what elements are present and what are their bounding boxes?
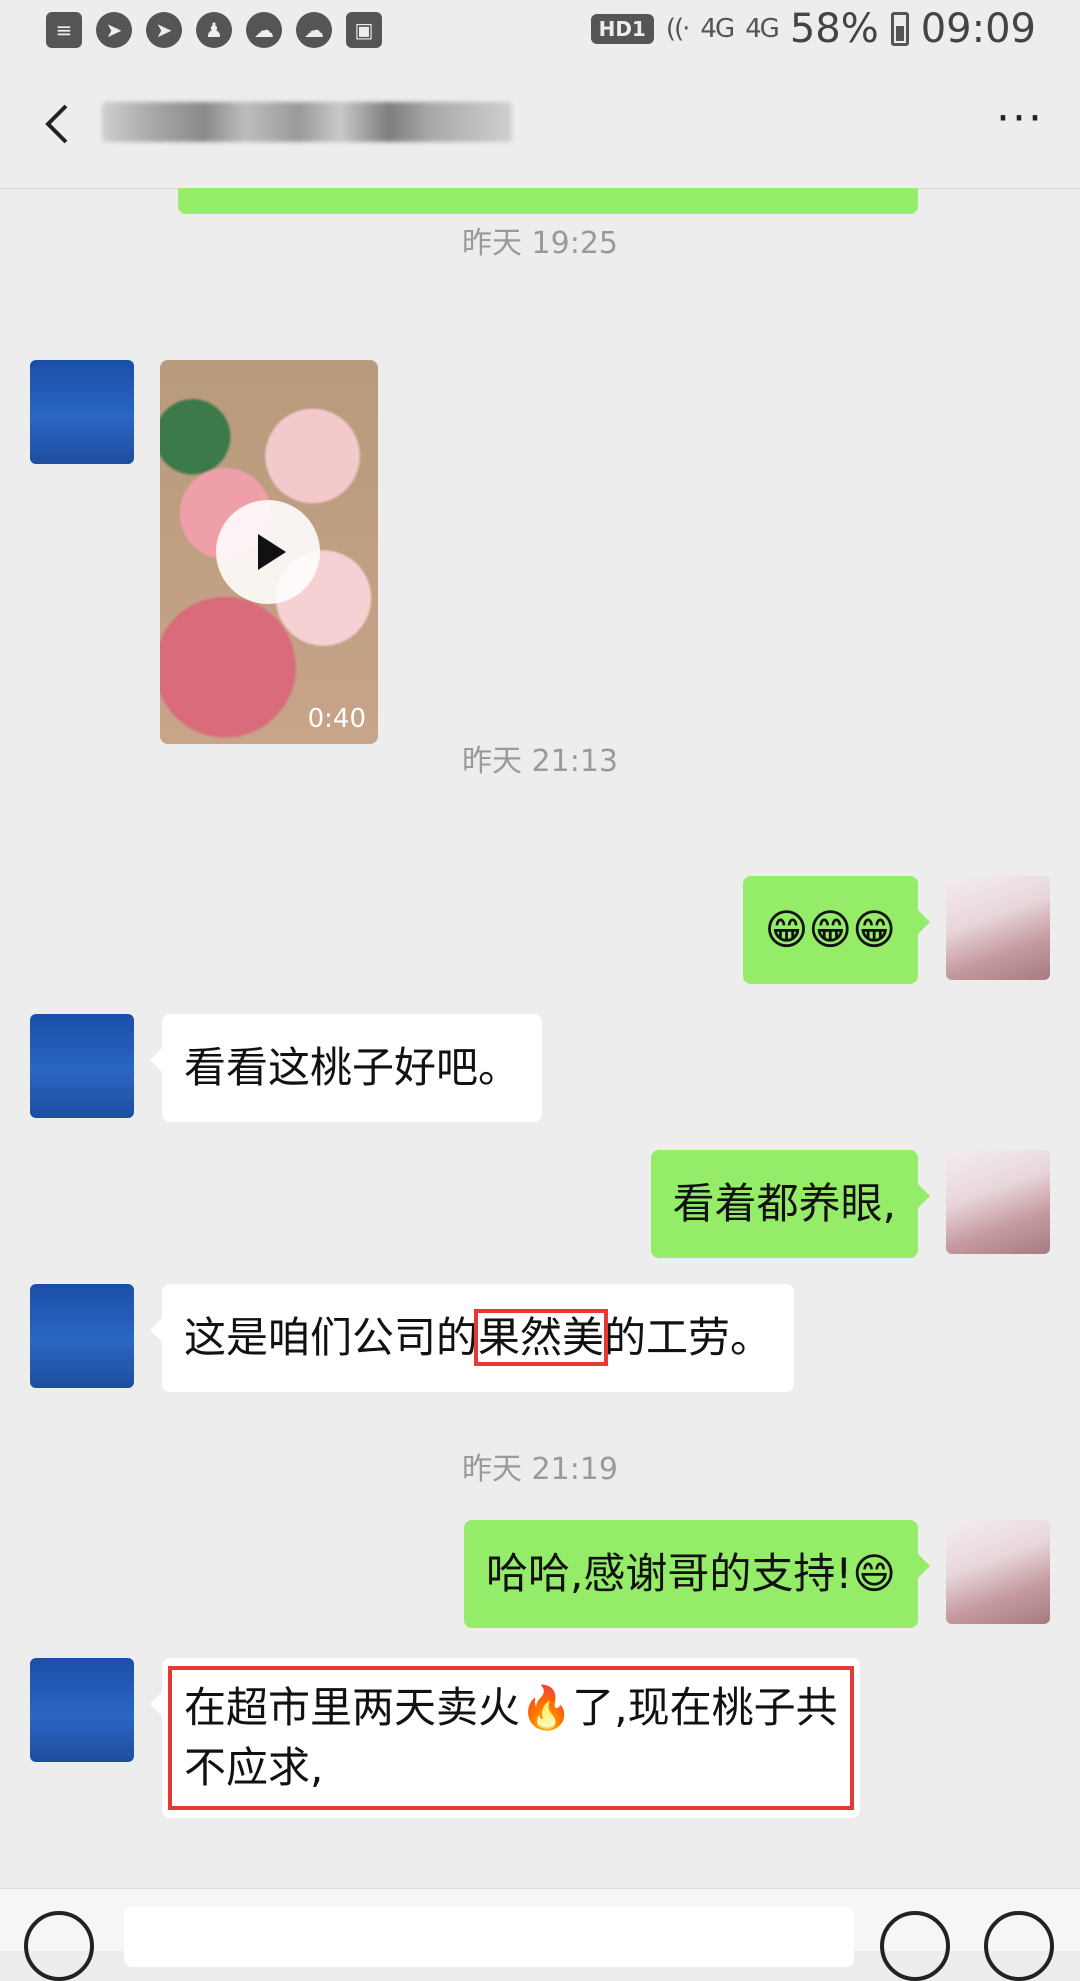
signal-icon-2: 4G (745, 14, 780, 44)
back-arrow-icon[interactable] (30, 94, 90, 154)
plus-icon[interactable] (984, 1911, 1054, 1981)
message-bubble[interactable]: 看看这桃子好吧。 (149, 1014, 543, 1122)
clock: 09:09 (920, 6, 1036, 52)
hd-badge: HD1 (590, 14, 654, 44)
emoji-icon[interactable] (880, 1911, 950, 1981)
notification-icons: ≡ ➤ ➤ ♟ ☁ ☁ ▣ (46, 12, 382, 48)
message-bubble[interactable]: 😁😁😁 (742, 876, 931, 984)
message-text: 的工劳。 (604, 1313, 773, 1362)
wifi-icon: ((· (665, 14, 691, 44)
qq-icon: ♟ (196, 12, 232, 48)
play-icon[interactable] (216, 500, 320, 604)
message-line: 在超市里两天卖火🔥了,现在桃子共 (184, 1683, 838, 1732)
video-duration: 0:40 (307, 704, 366, 734)
message-input[interactable] (124, 1907, 854, 1967)
chat-list[interactable]: 昨天 19:25 0:40 昨天 21:13 😁😁😁 看看这桃子好吧。 看着都养… (0, 188, 1080, 1888)
avatar[interactable] (946, 1520, 1050, 1624)
signal-icon: 4G (700, 14, 735, 44)
battery-icon (890, 12, 909, 46)
avatar[interactable] (30, 360, 134, 464)
message-bubble-partial (178, 188, 918, 214)
input-bar (0, 1888, 1080, 1981)
voice-input-icon[interactable] (24, 1911, 94, 1981)
timestamp: 昨天 21:13 (462, 744, 618, 779)
weather-icon: ☁ (246, 12, 282, 48)
image-icon: ▣ (346, 12, 382, 48)
app-notification-icon: ➤ (96, 12, 132, 48)
avatar[interactable] (30, 1658, 134, 1762)
notes-icon: ≡ (46, 12, 82, 48)
message-bubble[interactable]: 哈哈,感谢哥的支持!😄 (464, 1520, 930, 1628)
contact-name-blurred (102, 102, 512, 142)
avatar[interactable] (30, 1014, 134, 1118)
timestamp: 昨天 19:25 (462, 226, 618, 261)
more-options-icon[interactable]: ··· (990, 97, 1050, 144)
avatar[interactable] (946, 1150, 1050, 1254)
timestamp: 昨天 21:19 (462, 1452, 618, 1487)
message-bubble[interactable]: 在超市里两天卖火🔥了,现在桃子共 不应求, (150, 1658, 860, 1818)
video-message[interactable]: 0:40 (160, 360, 378, 744)
avatar[interactable] (946, 876, 1050, 980)
app-notification-icon-2: ➤ (146, 12, 182, 48)
message-text: 这是咱们公司的 (184, 1313, 479, 1362)
highlighted-message: 在超市里两天卖火🔥了,现在桃子共 不应求, (168, 1666, 854, 1810)
highlighted-brand-name: 果然美 (474, 1309, 609, 1366)
chat-header: ··· (0, 64, 1080, 189)
message-bubble[interactable]: 这是咱们公司的果然美的工劳。 (149, 1284, 795, 1392)
message-bubble[interactable]: 看着都养眼, (650, 1150, 931, 1258)
message-line: 不应求, (184, 1743, 324, 1792)
weather-icon-2: ☁ (296, 12, 332, 48)
avatar[interactable] (30, 1284, 134, 1388)
status-bar: ≡ ➤ ➤ ♟ ☁ ☁ ▣ HD1 ((· 4G 4G 58% 09:09 (0, 0, 1080, 64)
battery-percent: 58% (789, 6, 879, 52)
